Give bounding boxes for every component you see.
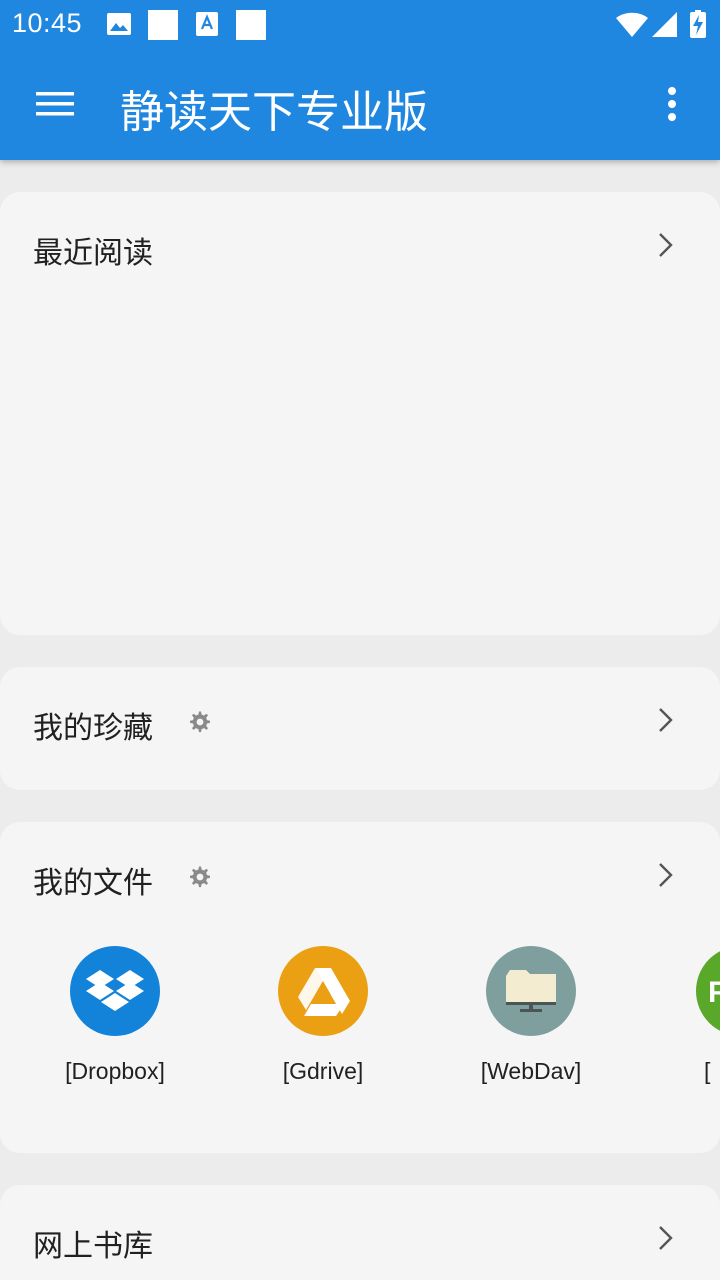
- chevron-right-icon[interactable]: [652, 861, 678, 889]
- storage-item-ftp[interactable]: F [: [660, 946, 720, 1096]
- storage-label: [WebDav]: [480, 1058, 582, 1084]
- top-bar: 10:45 静读天下专业版: [0, 0, 720, 160]
- storage-label: [Gdrive]: [282, 1058, 364, 1084]
- dropbox-icon: [70, 946, 160, 1036]
- chevron-right-icon[interactable]: [652, 706, 678, 734]
- font-icon: [196, 12, 218, 40]
- svg-text:F: F: [708, 976, 720, 1009]
- gear-icon[interactable]: [188, 710, 212, 734]
- my-files-card: 我的文件 [Dropbox] [Gdrive] [WebDav] F [: [0, 822, 720, 1153]
- chevron-right-icon[interactable]: [652, 231, 678, 259]
- status-time: 10:45: [12, 8, 83, 38]
- webdav-folder-icon: [486, 946, 576, 1036]
- favorites-card[interactable]: 我的珍藏: [0, 667, 720, 790]
- battery-charging-icon: [690, 10, 706, 42]
- section-title-files[interactable]: 我的文件: [33, 858, 153, 902]
- wifi-icon: [616, 12, 648, 42]
- ftp-icon: F: [696, 946, 720, 1036]
- storage-item-gdrive[interactable]: [Gdrive]: [242, 946, 402, 1096]
- storage-label: [: [704, 1058, 711, 1084]
- app-bar: 静读天下专业版: [0, 48, 720, 160]
- storage-label: [Dropbox]: [65, 1058, 165, 1084]
- status-bar: 10:45: [0, 0, 720, 48]
- google-drive-icon: [278, 946, 368, 1036]
- storage-item-dropbox[interactable]: [Dropbox]: [34, 946, 194, 1096]
- blank-notification-icon: [236, 10, 266, 44]
- more-vert-icon[interactable]: [648, 76, 696, 132]
- signal-icon: [652, 12, 678, 42]
- section-title-online: 网上书库: [33, 1229, 153, 1264]
- online-library-card[interactable]: 网上书库: [0, 1185, 720, 1280]
- app-title: 静读天下专业版: [120, 87, 428, 138]
- chevron-right-icon[interactable]: [652, 1224, 678, 1252]
- image-icon: [106, 12, 132, 40]
- storage-item-webdav[interactable]: [WebDav]: [450, 946, 610, 1096]
- gear-icon[interactable]: [188, 865, 212, 889]
- blank-notification-icon: [148, 10, 178, 44]
- section-title-recent: 最近阅读: [33, 236, 153, 271]
- hamburger-menu-icon[interactable]: [24, 76, 88, 132]
- recent-reading-card[interactable]: 最近阅读: [0, 192, 720, 635]
- section-title-favorites: 我的珍藏: [33, 711, 153, 746]
